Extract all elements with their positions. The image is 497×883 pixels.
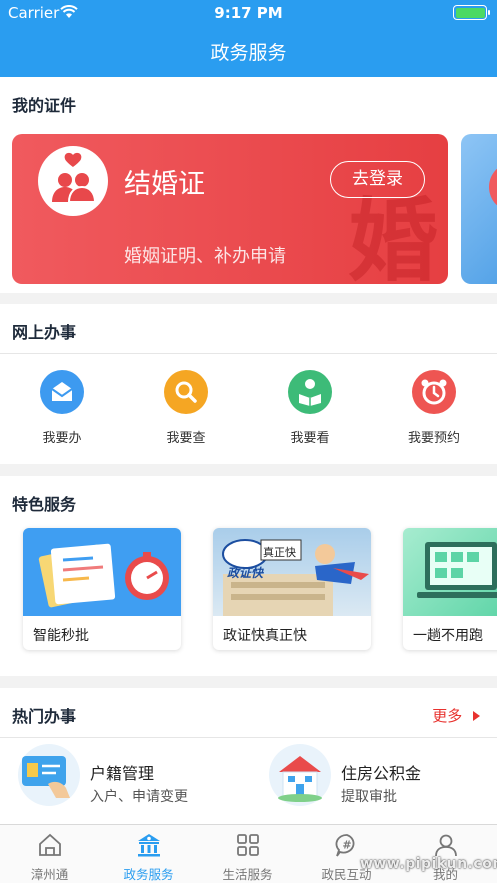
hot-affairs-section: 热门办事 更多 户籍管理 入户、申请变更 住房公积金 提取审批 <box>0 688 497 824</box>
section-divider <box>0 737 497 738</box>
tab-label: 生活服务 <box>222 867 273 882</box>
app-header: Carrier 9:17 PM 政务服务 <box>0 0 497 77</box>
search-icon <box>164 370 208 414</box>
action-label: 我要看 <box>290 431 330 446</box>
task-housing-fund[interactable]: 住房公积金 提取审批 <box>269 744 469 812</box>
section-divider <box>0 353 497 354</box>
tab-label: 漳州通 <box>30 867 69 882</box>
action-view[interactable]: 我要看 <box>260 370 360 446</box>
marriage-certificate-card[interactable]: 婚 结婚证 去登录 婚姻证明、补办申请 <box>12 134 448 284</box>
tab-interaction[interactable]: # 政民互动 <box>297 825 396 883</box>
online-affairs-section: 网上办事 我要办 我要查 我要看 我要预约 <box>0 304 497 464</box>
more-link[interactable]: 更多 <box>432 705 481 726</box>
section-title-my-certs: 我的证件 <box>12 96 77 115</box>
task-household-registration[interactable]: 户籍管理 入户、申请变更 <box>18 744 238 812</box>
no-trip-illustration <box>403 528 497 616</box>
task-subtitle: 入户、申请变更 <box>90 789 188 805</box>
more-label: 更多 <box>432 707 463 725</box>
action-appointment[interactable]: 我要预约 <box>384 370 484 446</box>
id-card-icon <box>18 744 80 806</box>
feature-card-fast-certificate[interactable]: 政证快 真正快 政证快真正快 <box>213 528 371 650</box>
feature-label: 智能秒批 <box>33 628 89 644</box>
fast-certificate-illustration: 政证快 真正快 <box>213 528 371 616</box>
section-title-featured: 特色服务 <box>12 495 77 514</box>
triangle-right-icon <box>473 711 480 721</box>
feature-label: 一趟不用跑 <box>413 628 483 644</box>
feature-label: 政证快真正快 <box>223 628 307 644</box>
action-label: 我要查 <box>166 431 206 446</box>
page-title: 政务服务 <box>210 42 287 64</box>
fast-cert-logo-text: 政证快 <box>227 566 264 580</box>
home-icon <box>39 833 61 856</box>
instant-approval-illustration <box>23 528 181 616</box>
battery-icon <box>453 5 490 20</box>
person-icon <box>435 834 457 857</box>
task-title: 住房公积金 <box>341 764 422 783</box>
status-time: 9:17 PM <box>214 4 283 22</box>
status-bar: Carrier 9:17 PM <box>0 0 497 24</box>
tab-mine[interactable]: 我的 <box>396 825 495 883</box>
section-title-online: 网上办事 <box>12 323 77 342</box>
couple-icon <box>38 146 108 216</box>
my-certificates-section: 我的证件 婚 结婚证 去登录 婚姻证明、补办申请 <box>0 77 497 293</box>
next-card-avatar <box>489 162 497 212</box>
tab-life-services[interactable]: 生活服务 <box>198 825 297 883</box>
cert-title: 结婚证 <box>124 169 205 200</box>
grid-icon <box>237 834 259 856</box>
site-watermark: www.pipikun.com <box>360 856 497 872</box>
next-certificate-card[interactable] <box>461 134 497 284</box>
featured-services-section: 特色服务 智能秒批 政证快 真正快 政证快真正快 一趟不用跑 <box>0 476 497 676</box>
tab-government-services[interactable]: 政务服务 <box>99 825 198 883</box>
task-subtitle: 提取审批 <box>341 789 397 805</box>
section-title-hot: 热门办事 <box>12 707 77 726</box>
task-title: 户籍管理 <box>90 764 155 783</box>
feature-card-no-trip[interactable]: 一趟不用跑 <box>403 528 497 650</box>
house-icon <box>269 744 331 806</box>
feature-card-instant-approval[interactable]: 智能秒批 <box>23 528 181 650</box>
tab-zhangzhoutong[interactable]: 漳州通 <box>0 825 99 883</box>
action-apply[interactable]: 我要办 <box>12 370 112 446</box>
fast-cert-sign-text: 真正快 <box>263 546 296 559</box>
reader-icon <box>288 370 332 414</box>
svg-text:#: # <box>342 839 351 852</box>
action-query[interactable]: 我要查 <box>136 370 236 446</box>
login-button[interactable]: 去登录 <box>330 161 425 198</box>
action-label: 我要预约 <box>407 431 460 446</box>
action-label: 我要办 <box>42 431 82 446</box>
alarm-clock-icon <box>412 370 456 414</box>
mail-icon <box>40 370 84 414</box>
tab-label: 政务服务 <box>123 867 174 882</box>
government-building-icon <box>138 834 160 857</box>
tab-bar: 漳州通 政务服务 生活服务 # 政民互动 我的 <box>0 824 497 883</box>
cert-subtitle: 婚姻证明、补办申请 <box>124 246 286 267</box>
hashtag-bubble-icon: # <box>335 834 355 857</box>
